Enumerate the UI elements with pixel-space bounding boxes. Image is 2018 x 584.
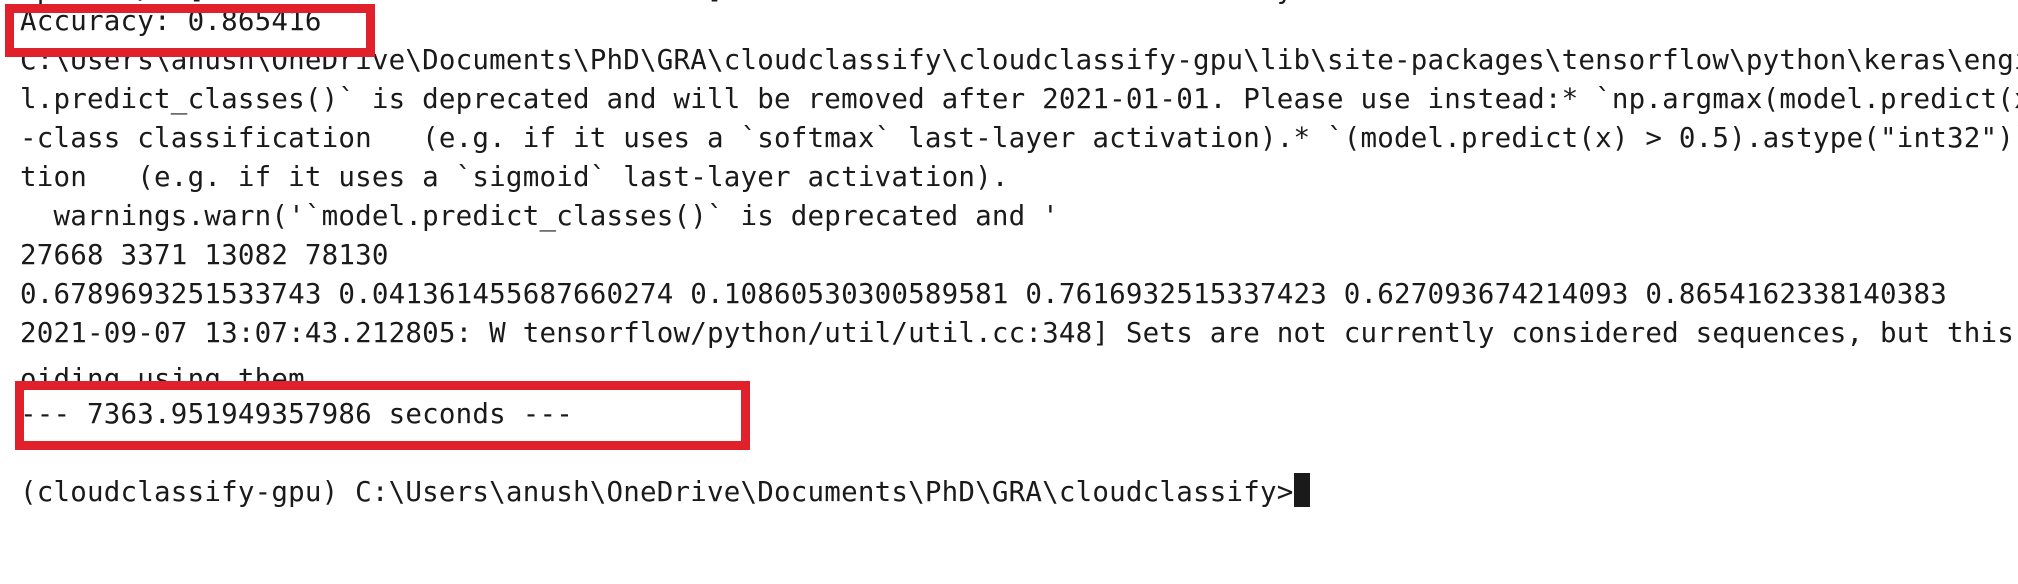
metrics-line: 0.6789693251533743 0.041361455687660274 … bbox=[20, 278, 1947, 310]
occluded-line: oiding using them. bbox=[0, 360, 2018, 386]
tensorflow-warning-line: 2021-09-07 13:07:43.212805: W tensorflow… bbox=[20, 317, 2015, 349]
warning-message-line: -class classification (e.g. if it uses a… bbox=[20, 122, 2018, 154]
accuracy-line: Accuracy: 0.865416 bbox=[20, 5, 322, 37]
command-prompt[interactable]: (cloudclassify-gpu) C:\Users\anush\OneDr… bbox=[20, 473, 1310, 512]
warning-path-line: C:\Users\anush\OneDrive\Documents\PhD\GR… bbox=[20, 44, 2018, 76]
counts-line: 27668 3371 13082 78130 bbox=[20, 239, 389, 271]
elapsed-time-line: --- 7363.951949357986 seconds --- bbox=[20, 398, 573, 430]
tensorflow-warning-continuation: oiding using them. bbox=[20, 363, 322, 386]
text-cursor bbox=[1293, 473, 1310, 507]
prompt-text: (cloudclassify-gpu) C:\Users\anush\OneDr… bbox=[20, 476, 1294, 508]
terminal-window[interactable]: Epoch 1/1 [=============================… bbox=[0, 0, 2018, 584]
warning-message-line: l.predict_classes()` is deprecated and w… bbox=[20, 83, 2018, 115]
warning-message-line: tion (e.g. if it uses a `sigmoid` last-l… bbox=[20, 161, 1009, 193]
warning-call-line: warnings.warn('`model.predict_classes()`… bbox=[20, 200, 1059, 232]
